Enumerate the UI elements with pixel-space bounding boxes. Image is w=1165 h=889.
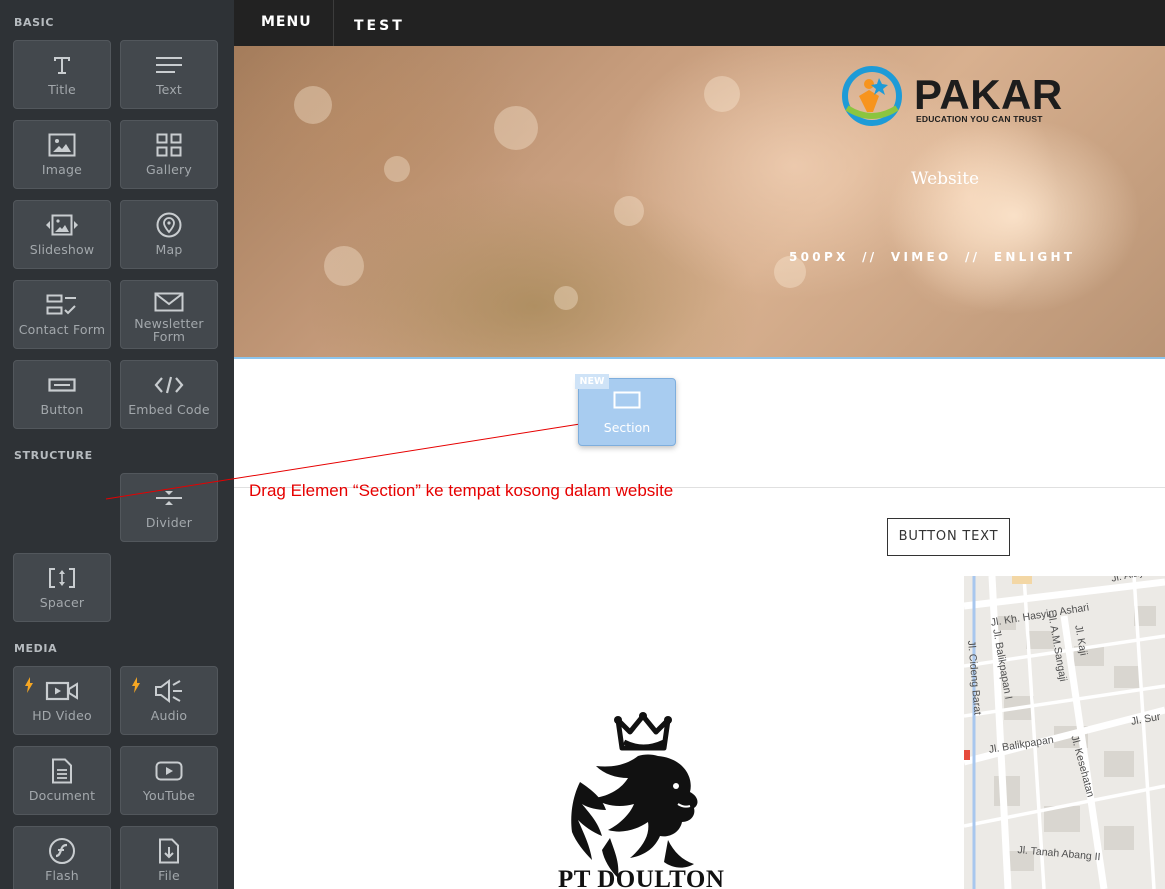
sidebar-item-title[interactable]: Title (13, 40, 111, 109)
sidebar-item-label: Title (48, 82, 76, 97)
contact-form-icon (46, 294, 76, 315)
site-name[interactable]: TEST (354, 18, 405, 34)
sidebar-item-hd-video[interactable]: HD Video (13, 666, 111, 735)
envelope-icon (154, 292, 184, 312)
sidebar-item-file[interactable]: File (120, 826, 218, 889)
section-label-structure: STRUCTURE (14, 449, 93, 462)
logo-name: PAKAR (914, 71, 1063, 118)
sidebar-item-label: Spacer (39, 595, 85, 610)
sidebar-item-spacer[interactable]: Spacer (13, 553, 111, 622)
sidebar-item-audio[interactable]: Audio (120, 666, 218, 735)
sample-button[interactable]: BUTTON TEXT (887, 518, 1010, 556)
sidebar-item-slideshow[interactable]: Slideshow (13, 200, 111, 269)
sidebar-item-label: Contact Form (18, 322, 106, 337)
sidebar-item-document[interactable]: Document (13, 746, 111, 815)
map-widget[interactable]: Jl. Alay Jl. Kh. Hasyim Ashari Jl. Balik… (964, 576, 1165, 889)
title-icon (54, 57, 70, 74)
gallery-grid-icon (156, 133, 182, 157)
sidebar-item-text[interactable]: Text (120, 40, 218, 109)
sidebar-item-label: Newsletter Form (134, 316, 204, 344)
document-icon (52, 758, 72, 784)
hero-social-links[interactable]: 500PX // VIMEO // ENLIGHT (789, 250, 1075, 264)
sidebar-item-image[interactable]: Image (13, 120, 111, 189)
hero-banner[interactable]: PAKAR EDUCATION YOU CAN TRUST Website 50… (234, 46, 1165, 357)
sidebar-item-label: Divider (145, 515, 193, 530)
element-sidebar: BASIC Title Text Image Gallery Slideshow… (0, 0, 234, 889)
pakar-logo: PAKAR EDUCATION YOU CAN TRUST (839, 64, 1062, 134)
image-icon (48, 133, 76, 157)
company-name: PT DOULTON (558, 866, 725, 889)
speaker-icon (155, 679, 182, 703)
bokeh-light (704, 76, 740, 112)
youtube-icon (155, 761, 183, 781)
sidebar-item-flash[interactable]: Flash (13, 826, 111, 889)
sidebar-item-map[interactable]: Map (120, 200, 218, 269)
sidebar-item-label: Slideshow (29, 242, 95, 257)
sidebar-item-label: Gallery (146, 162, 192, 177)
slideshow-icon (46, 214, 78, 236)
spacer-icon (49, 568, 75, 588)
sidebar-item-label: Embed Code (128, 402, 210, 417)
sidebar-item-gallery[interactable]: Gallery (120, 120, 218, 189)
sidebar-item-divider[interactable]: Divider (120, 473, 218, 542)
new-badge: NEW (575, 374, 609, 389)
sidebar-item-button[interactable]: Button (13, 360, 111, 429)
sidebar-item-label: Text (155, 82, 183, 97)
divider-icon (156, 491, 182, 505)
bokeh-light (554, 286, 578, 310)
bokeh-light (384, 156, 410, 182)
code-icon (154, 376, 184, 394)
bokeh-light (614, 196, 644, 226)
sidebar-item-label: Audio (150, 708, 188, 723)
pakar-emblem-icon (842, 66, 902, 126)
flash-icon (49, 838, 75, 864)
lion-crown-logo-icon (571, 712, 698, 878)
section-label-basic: BASIC (14, 16, 54, 29)
sidebar-item-label: Button (40, 402, 84, 417)
sidebar-item-youtube[interactable]: YouTube (120, 746, 218, 815)
bokeh-light (294, 86, 332, 124)
sidebar-item-label: Map (155, 242, 183, 257)
sidebar-item-label: HD Video (32, 708, 92, 723)
hero-title[interactable]: Website (911, 169, 979, 189)
sidebar-item-newsletter-form[interactable]: Newsletter Form (120, 280, 218, 349)
section-label: Section (603, 420, 651, 435)
bokeh-light (494, 106, 538, 150)
section-icon (613, 391, 641, 409)
drop-target-indicator (234, 357, 1165, 359)
logo-tagline: EDUCATION YOU CAN TRUST (916, 114, 1043, 124)
sidebar-item-label: YouTube (142, 788, 196, 803)
bokeh-light (324, 246, 364, 286)
section-label-media: MEDIA (14, 642, 58, 655)
map-pin-icon (156, 212, 182, 238)
video-camera-icon (45, 681, 78, 701)
button-icon (48, 378, 76, 392)
site-header-bar: MENU TEST (234, 0, 1165, 46)
sidebar-item-label: File (158, 868, 180, 883)
sidebar-item-label: Flash (45, 868, 79, 883)
sidebar-item-label: Document (28, 788, 96, 803)
sidebar-item-label: Image (41, 162, 83, 177)
instruction-text: Drag Elemen “Section” ke tempat kosong d… (249, 481, 674, 500)
file-download-icon (159, 838, 179, 864)
menu-button[interactable]: MENU (234, 0, 334, 46)
sidebar-item-embed-code[interactable]: Embed Code (120, 360, 218, 429)
sidebar-item-contact-form[interactable]: Contact Form (13, 280, 111, 349)
text-lines-icon (156, 57, 182, 73)
